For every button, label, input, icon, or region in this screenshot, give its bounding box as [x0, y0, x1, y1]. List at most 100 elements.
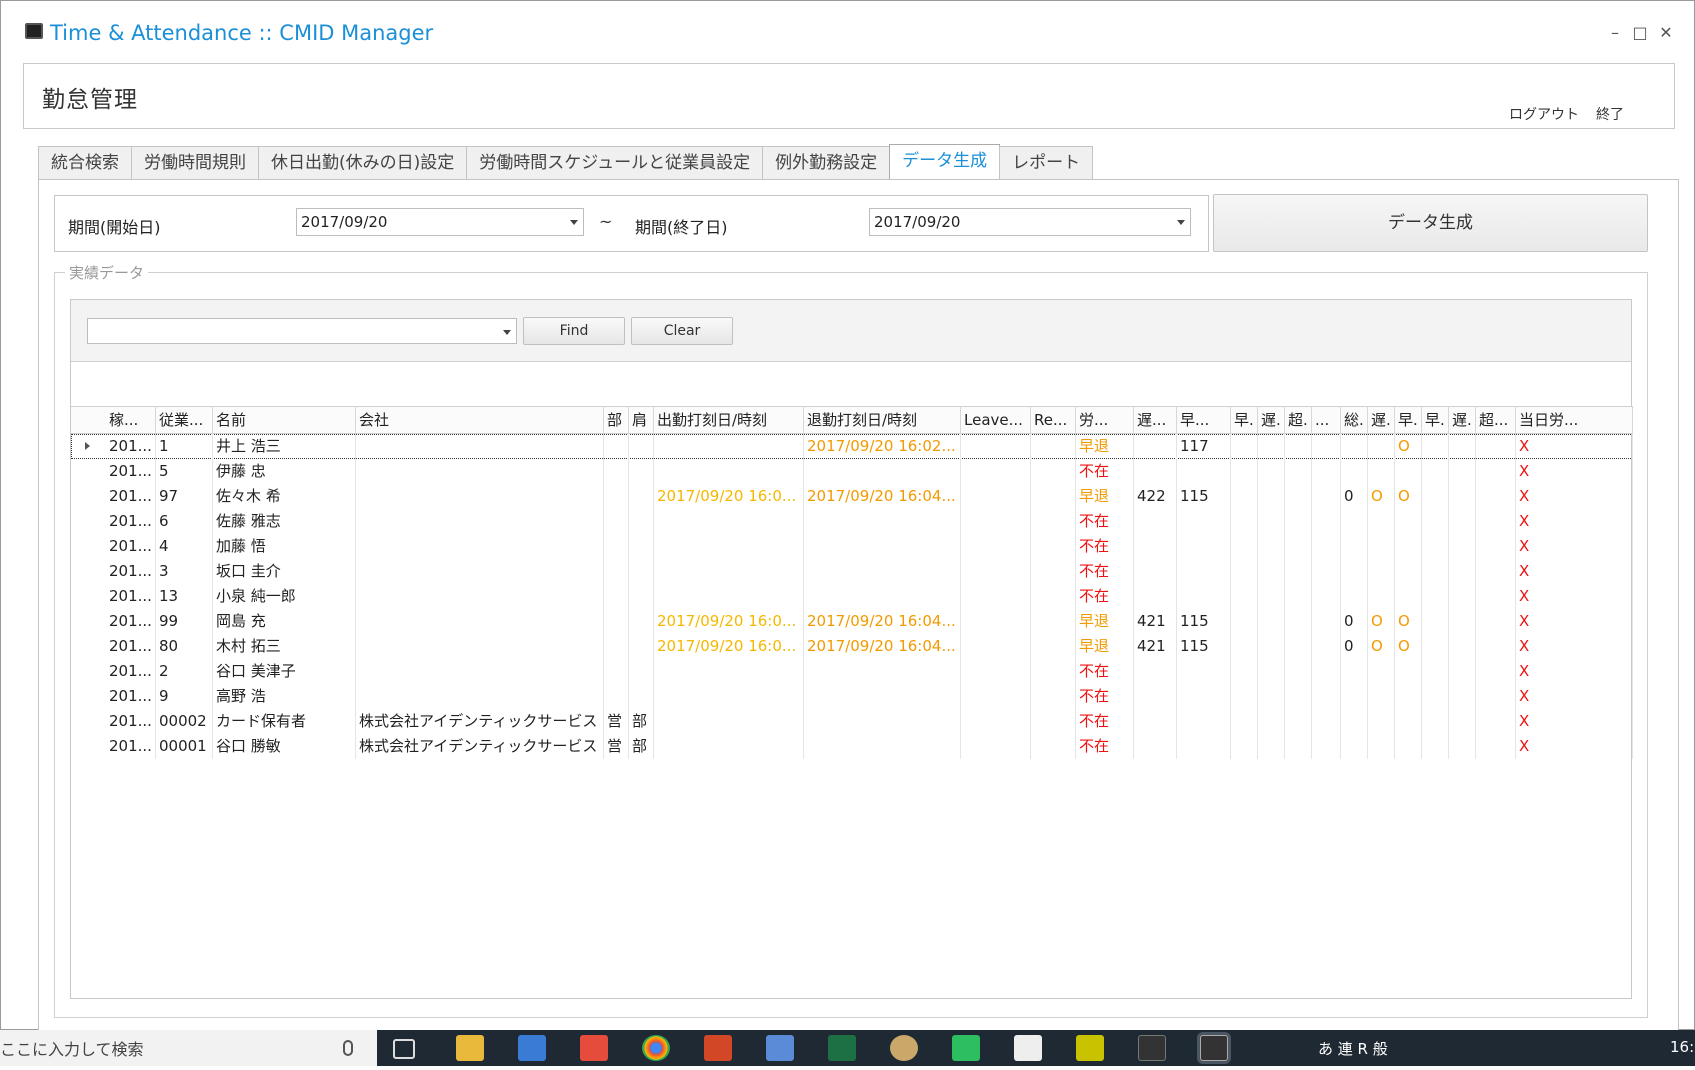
table-row[interactable]: 201... 80 木村 拓三 2017/09/20 16:0... 2017/09/2…	[71, 634, 1633, 659]
header-col-late3[interactable]: 遅.	[1368, 407, 1395, 434]
cell-col-early2[interactable]	[1231, 709, 1258, 734]
cell-col-day-work[interactable]: X	[1516, 684, 1633, 709]
cell-col-total[interactable]: 0	[1341, 609, 1368, 634]
header-col-clock-out[interactable]: 退勤打刻日/時刻	[804, 407, 961, 434]
cell-col-leave[interactable]	[961, 709, 1031, 734]
cell-col-overtime[interactable]	[1285, 534, 1312, 559]
cell-col-employee-id[interactable]: 80	[156, 634, 213, 659]
table-row[interactable]: 201... 9 高野 浩 不在 X	[71, 684, 1633, 709]
cell-col-total[interactable]	[1341, 709, 1368, 734]
cell-col-more[interactable]	[1312, 459, 1341, 484]
cell-col-overtime2[interactable]	[1476, 684, 1516, 709]
cell-col-clock-in[interactable]	[654, 434, 804, 459]
photos-icon[interactable]	[1014, 1035, 1042, 1061]
cell-col-early3[interactable]	[1395, 534, 1422, 559]
cell-col-re[interactable]	[1031, 459, 1076, 484]
cell-col-overtime2[interactable]	[1476, 559, 1516, 584]
cell-col-early2[interactable]	[1231, 584, 1258, 609]
chrome-icon[interactable]	[642, 1035, 670, 1061]
cell-col-late[interactable]	[1134, 709, 1177, 734]
tab-exception-settings[interactable]: 例外勤務設定	[762, 146, 891, 180]
header-col-leave[interactable]: Leave...	[961, 407, 1031, 434]
cell-col-company[interactable]	[356, 684, 604, 709]
cell-col-title[interactable]	[629, 659, 654, 684]
cell-col-clock-out[interactable]: 2017/09/20 16:04...	[804, 609, 961, 634]
cell-col-early4[interactable]	[1422, 609, 1449, 634]
cell-col-total[interactable]	[1341, 534, 1368, 559]
cell-col-overtime[interactable]	[1285, 509, 1312, 534]
cell-col-clock-out[interactable]	[804, 734, 961, 759]
cell-col-early2[interactable]	[1231, 459, 1258, 484]
cell-col-early2[interactable]	[1231, 734, 1258, 759]
cell-col-total[interactable]	[1341, 684, 1368, 709]
paint-icon[interactable]	[890, 1035, 918, 1061]
cell-col-total[interactable]	[1341, 434, 1368, 459]
cell-col-early3[interactable]: O	[1395, 484, 1422, 509]
title-bar[interactable]: Time & Attendance :: CMID Manager – □ ✕	[1, 1, 1694, 63]
cmid-app-active-icon[interactable]	[1200, 1035, 1228, 1061]
cell-col-work-status[interactable]: 不在	[1076, 559, 1134, 584]
cell-col-early4[interactable]	[1422, 734, 1449, 759]
cell-col-early2[interactable]	[1231, 634, 1258, 659]
cell-col-clock-in[interactable]	[654, 659, 804, 684]
cell-col-more[interactable]	[1312, 659, 1341, 684]
cell-col-late4[interactable]	[1449, 434, 1476, 459]
cell-col-employee-id[interactable]: 6	[156, 509, 213, 534]
header-col-department[interactable]: 部	[604, 407, 629, 434]
cell-col-early[interactable]: 115	[1177, 634, 1231, 659]
cell-col-clock-in[interactable]	[654, 684, 804, 709]
cell-col-early2[interactable]	[1231, 534, 1258, 559]
cell-col-early4[interactable]	[1422, 459, 1449, 484]
cell-col-total[interactable]	[1341, 509, 1368, 534]
cell-col-clock-in[interactable]: 2017/09/20 16:0...	[654, 484, 804, 509]
cell-col-more[interactable]	[1312, 609, 1341, 634]
cell-col-clock-out[interactable]	[804, 509, 961, 534]
cell-col-name[interactable]: 木村 拓三	[213, 634, 356, 659]
cell-col-late4[interactable]	[1449, 734, 1476, 759]
cell-col-early4[interactable]	[1422, 659, 1449, 684]
cell-col-department[interactable]	[604, 634, 629, 659]
logout-link[interactable]: ログアウト	[1509, 104, 1579, 124]
cell-col-early[interactable]	[1177, 509, 1231, 534]
cell-col-late[interactable]	[1134, 659, 1177, 684]
table-row[interactable]: 201... 00002 カード保有者 株式会社アイデンティックサービス営部 不在 X	[71, 709, 1633, 734]
cell-col-department[interactable]	[604, 484, 629, 509]
cell-col-late4[interactable]	[1449, 684, 1476, 709]
table-row[interactable]: 201... 4 加藤 悟 不在 X	[71, 534, 1633, 559]
cell-col-early[interactable]: 115	[1177, 609, 1231, 634]
cell-col-name[interactable]: カード保有者	[213, 709, 356, 734]
cell-col-early3[interactable]	[1395, 734, 1422, 759]
chevron-down-icon[interactable]	[570, 220, 578, 225]
cell-col-status[interactable]: 201...	[106, 559, 156, 584]
cell-col-status[interactable]: 201...	[106, 509, 156, 534]
cell-col-department[interactable]	[604, 559, 629, 584]
cell-col-early[interactable]: 115	[1177, 484, 1231, 509]
cell-col-late4[interactable]	[1449, 659, 1476, 684]
cell-col-early[interactable]	[1177, 534, 1231, 559]
cell-col-early3[interactable]: O	[1395, 434, 1422, 459]
cell-col-work-status[interactable]: 不在	[1076, 684, 1134, 709]
cell-col-late4[interactable]	[1449, 534, 1476, 559]
tab-integrated-search[interactable]: 統合検索	[38, 146, 132, 180]
cell-col-employee-id[interactable]: 5	[156, 459, 213, 484]
cell-col-clock-out[interactable]	[804, 709, 961, 734]
cmid-app-icon[interactable]	[1138, 1035, 1166, 1061]
header-col-re[interactable]: Re...	[1031, 407, 1076, 434]
cell-col-leave[interactable]	[961, 734, 1031, 759]
cell-col-title[interactable]	[629, 609, 654, 634]
header-col-late4[interactable]: 遅.	[1449, 407, 1476, 434]
cell-col-overtime[interactable]	[1285, 484, 1312, 509]
cell-col-early4[interactable]	[1422, 434, 1449, 459]
cell-col-day-work[interactable]: X	[1516, 659, 1633, 684]
cell-col-late4[interactable]	[1449, 609, 1476, 634]
cell-col-department[interactable]	[604, 459, 629, 484]
cell-col-leave[interactable]	[961, 484, 1031, 509]
cell-col-more[interactable]	[1312, 534, 1341, 559]
header-col-early4[interactable]: 早.	[1422, 407, 1449, 434]
ime-status[interactable]: あ 連 R 般	[1318, 1038, 1388, 1059]
cell-col-day-work[interactable]: X	[1516, 559, 1633, 584]
search-combo[interactable]	[87, 318, 517, 344]
cell-col-late2[interactable]	[1258, 609, 1285, 634]
cell-col-department[interactable]	[604, 609, 629, 634]
cell-col-status[interactable]: 201...	[106, 634, 156, 659]
